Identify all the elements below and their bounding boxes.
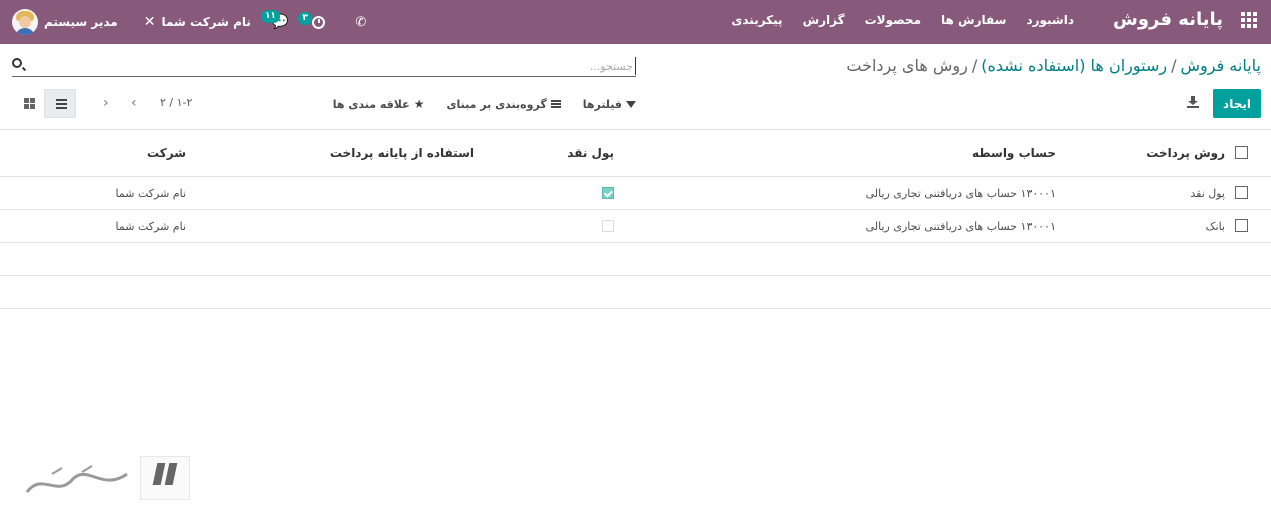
messaging-menu[interactable]: 💬 ۱۱ — [260, 10, 288, 30]
kanban-view-button[interactable] — [16, 89, 44, 118]
cell-company: نام شرکت شما — [115, 219, 186, 233]
breadcrumb-separator: / — [1171, 56, 1177, 75]
filter-icon — [626, 100, 636, 108]
favorites-label: علاقه مندی ها — [332, 97, 410, 111]
user-name: مدیر سیستم — [44, 15, 118, 29]
column-header-name[interactable]: روش پرداخت — [1146, 130, 1225, 176]
search-bar — [12, 55, 636, 77]
filters-label: فیلترها — [582, 97, 622, 111]
breadcrumb-link-pos[interactable]: پایانه فروش — [1180, 56, 1261, 75]
column-header-terminal[interactable]: استفاده از پایانه پرداخت — [330, 130, 474, 176]
cell-company: نام شرکت شما — [115, 186, 186, 200]
menu-item-configuration[interactable]: پیکربندی — [721, 13, 792, 27]
row-checkbox[interactable] — [1235, 219, 1248, 232]
create-button[interactable]: ایجاد — [1213, 89, 1261, 118]
cell-name: پول نقد — [1190, 186, 1225, 200]
page-title: روش های پرداخت — [846, 56, 968, 75]
clock-icon — [312, 15, 326, 29]
pager-value[interactable]: ۱-۲ / ۲ — [160, 96, 192, 109]
avatar — [12, 9, 38, 35]
menu-item-reporting[interactable]: گزارش — [793, 13, 855, 27]
phone-icon[interactable]: ✆ — [355, 15, 366, 30]
cell-account: ۱۳۰۰۰۱ حساب های دریافتنی تجاری ریالی — [865, 186, 1056, 200]
watermark — [22, 456, 190, 504]
company-switcher[interactable]: ✕ نام شرکت شما — [144, 14, 251, 30]
search-options: فیلترها گروه‌بندی بر مبنای ★ علاقه مندی … — [333, 97, 636, 111]
download-icon[interactable] — [1187, 96, 1199, 108]
search-icon[interactable] — [12, 58, 22, 68]
row-checkbox[interactable] — [1235, 186, 1248, 199]
control-panel: پایانه فروش/رستوران ها (استفاده نشده)/رو… — [0, 44, 1271, 130]
select-all-checkbox[interactable] — [1235, 146, 1248, 159]
menu-item-products[interactable]: محصولات — [855, 13, 931, 27]
apps-menu-icon[interactable] — [1241, 12, 1257, 28]
tools-icon: ✕ — [143, 14, 156, 30]
menu-item-orders[interactable]: سفارش ها — [931, 13, 1016, 27]
cell-account: ۱۳۰۰۰۱ حساب های دریافتنی تجاری ریالی — [865, 219, 1056, 233]
payment-methods-table: روش پرداخت حساب واسطه پول نقد استفاده از… — [0, 130, 1271, 309]
watermark-script-icon — [25, 465, 128, 493]
cell-cash — [602, 210, 614, 242]
cash-checkbox-unchecked — [602, 220, 614, 232]
company-name: نام شرکت شما — [161, 15, 251, 29]
column-header-account[interactable]: حساب واسطه — [972, 130, 1056, 176]
bars-icon — [550, 100, 561, 108]
watermark-logo-icon — [140, 456, 190, 500]
favorites-button[interactable]: ★ علاقه مندی ها — [333, 97, 425, 111]
chat-count-badge: ۱۱ — [260, 10, 280, 23]
empty-row — [0, 276, 1271, 309]
groupby-button[interactable]: گروه‌بندی بر مبنای — [446, 97, 561, 111]
app-brand[interactable]: پایانه فروش — [1113, 9, 1223, 30]
breadcrumb-separator: / — [971, 56, 978, 75]
breadcrumb-link-restaurants[interactable]: رستوران ها (استفاده نشده) — [981, 56, 1167, 75]
filters-button[interactable]: فیلترها — [583, 97, 636, 111]
breadcrumb: پایانه فروش/رستوران ها (استفاده نشده)/رو… — [846, 56, 1261, 75]
top-navbar: پایانه فروش داشبورد سفارش ها محصولات گزا… — [0, 0, 1271, 44]
systray: مدیر سیستم ✕ نام شرکت شما 💬 ۱۱ ۳ ✆ — [12, 6, 366, 38]
cell-cash — [602, 177, 614, 209]
main-menu: داشبورد سفارش ها محصولات گزارش پیکربندی — [721, 13, 1084, 27]
search-input[interactable] — [46, 57, 636, 75]
chevron-left-icon[interactable]: ‹ — [131, 95, 137, 111]
column-header-cash[interactable]: پول نقد — [567, 130, 614, 176]
column-header-company[interactable]: شرکت — [147, 130, 186, 176]
empty-row — [0, 243, 1271, 276]
table-header: روش پرداخت حساب واسطه پول نقد استفاده از… — [0, 130, 1271, 177]
activity-count-badge: ۳ — [298, 11, 312, 25]
menu-item-dashboard[interactable]: داشبورد — [1016, 13, 1084, 27]
table-row[interactable]: پول نقد ۱۳۰۰۰۱ حساب های دریافتنی تجاری ر… — [0, 177, 1271, 210]
chevron-right-icon[interactable]: › — [103, 95, 109, 111]
list-view-button[interactable] — [44, 89, 76, 118]
table-row[interactable]: بانک ۱۳۰۰۰۱ حساب های دریافتنی تجاری ریال… — [0, 210, 1271, 243]
star-icon: ★ — [413, 97, 425, 111]
cash-checkbox-checked — [602, 187, 614, 199]
user-menu[interactable]: مدیر سیستم — [12, 9, 118, 35]
cell-name: بانک — [1205, 219, 1225, 233]
groupby-label: گروه‌بندی بر مبنای — [446, 97, 547, 111]
activity-menu[interactable]: ۳ — [298, 11, 326, 29]
